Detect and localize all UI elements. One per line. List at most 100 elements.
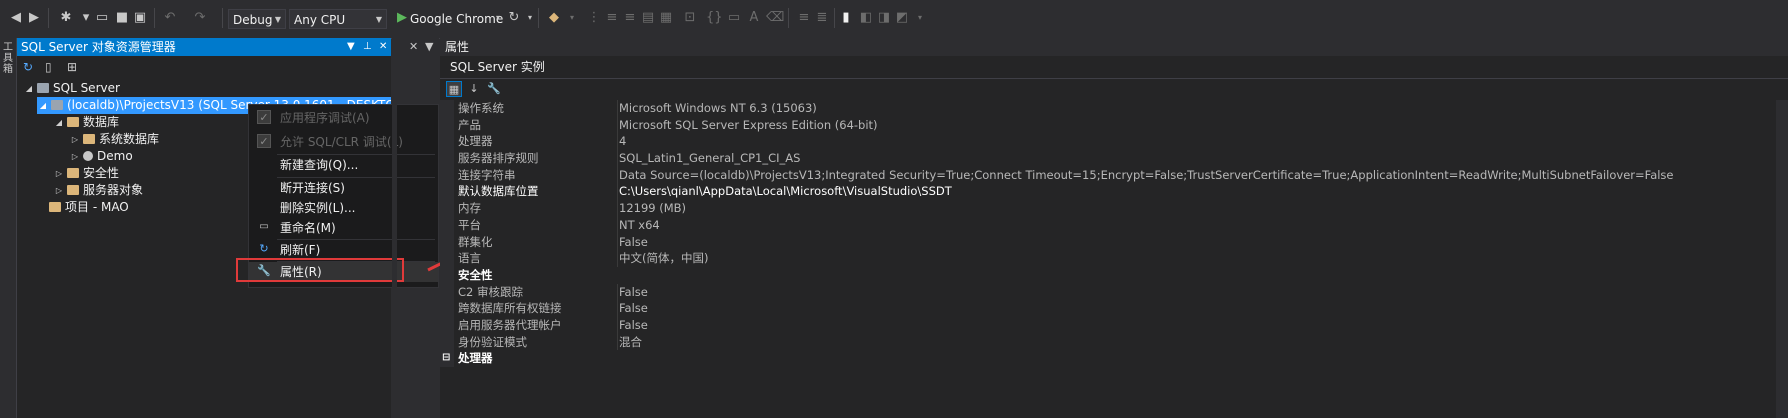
- redo-icon[interactable]: ↷: [192, 10, 208, 26]
- menu-item-disconnect[interactable]: 断开连接(S): [249, 178, 438, 198]
- tree-node-project[interactable]: 项目 - MAO: [35, 199, 129, 216]
- property-row[interactable]: 平台 NT x64: [440, 216, 1788, 234]
- add-server-icon[interactable]: ▯: [45, 60, 52, 74]
- new-project-icon[interactable]: ✱: [58, 10, 74, 26]
- property-row[interactable]: 身份验证模式 混合: [440, 333, 1788, 351]
- refresh-icon[interactable]: ↻: [23, 60, 33, 74]
- property-row[interactable]: 连接字符串 Data Source=(localdb)\ProjectsV13;I…: [440, 166, 1788, 184]
- bookmark-icon[interactable]: ▮: [838, 10, 854, 26]
- menu-item-rename[interactable]: ▭ 重命名(M): [249, 218, 438, 238]
- property-name: 身份验证模式: [458, 334, 527, 349]
- collapse-arrow-icon[interactable]: ▷: [53, 182, 65, 199]
- property-name: 跨数据库所有权链接: [458, 301, 562, 316]
- collapse-icon[interactable]: ⊟: [442, 350, 452, 367]
- property-row[interactable]: 群集化 False: [440, 233, 1788, 251]
- collapse-arrow-icon[interactable]: ▷: [53, 165, 65, 182]
- property-row[interactable]: 跨数据库所有权链接 False: [440, 300, 1788, 317]
- step-icon[interactable]: ⋮: [586, 10, 602, 26]
- property-row[interactable]: 语言 中文(简体，中国): [440, 250, 1788, 267]
- property-value: C:\Users\qianl\AppData\Local\Microsoft\V…: [619, 184, 952, 199]
- property-value: False: [619, 284, 648, 299]
- property-value: 4: [619, 134, 627, 149]
- platform-select[interactable]: Any CPU ▼: [289, 9, 387, 29]
- refresh-browser-icon[interactable]: ↻: [506, 10, 522, 26]
- format-icon[interactable]: ▤: [640, 10, 656, 26]
- forward-icon[interactable]: ▶: [26, 10, 42, 26]
- properties-title: 属性: [440, 38, 1788, 56]
- chevron-down-icon[interactable]: ▾: [912, 10, 928, 26]
- tree-node-sql-server[interactable]: ◢ SQL Server: [23, 80, 120, 97]
- configuration-select[interactable]: Debug ▼: [228, 9, 286, 29]
- grid-icon[interactable]: ▦: [658, 10, 674, 26]
- close-icon[interactable]: ✕: [379, 38, 387, 56]
- expand-arrow-icon[interactable]: ◢: [23, 80, 35, 97]
- property-row[interactable]: 产品 Microsoft SQL Server Express Edition (…: [440, 116, 1788, 134]
- project-folder-icon: [49, 202, 61, 212]
- menu-item-delete-instance[interactable]: 删除实例(L)...: [249, 198, 438, 218]
- property-name: 连接字符串: [458, 167, 516, 182]
- clear-format-icon[interactable]: ⌫: [766, 10, 784, 26]
- back-icon[interactable]: ◀: [8, 10, 24, 26]
- property-row[interactable]: C2 审核跟踪 False: [440, 283, 1788, 301]
- undo-icon[interactable]: ↶: [162, 10, 178, 26]
- panel-splitter[interactable]: [392, 38, 397, 418]
- browser-link-icon[interactable]: ◆: [546, 10, 562, 26]
- tree-node-demo[interactable]: ▷ Demo: [69, 148, 133, 165]
- list-icon[interactable]: ≣: [814, 10, 830, 26]
- property-row[interactable]: 启用服务器代理帐户 False: [440, 316, 1788, 334]
- tree-node-server-objects[interactable]: ▷ 服务器对象: [53, 182, 143, 199]
- categorized-icon[interactable]: ▦: [446, 81, 462, 97]
- dropdown-caret-icon[interactable]: ▾: [78, 10, 94, 26]
- property-row[interactable]: 默认数据库位置 C:\Users\qianl\AppData\Local\Micr…: [440, 183, 1788, 201]
- close-document-icon[interactable]: ✕: [409, 38, 418, 56]
- property-row[interactable]: 内存 12199 (MB): [440, 200, 1788, 217]
- pin-icon[interactable]: ⊥: [363, 38, 372, 56]
- property-row[interactable]: 操作系统 Microsoft Windows NT 6.3 (15063): [440, 100, 1788, 117]
- property-name: 群集化: [458, 234, 493, 249]
- property-name: 启用服务器代理帐户: [458, 317, 562, 332]
- braces-icon[interactable]: {}: [706, 10, 723, 26]
- tree-node-databases[interactable]: ◢ 数据库: [53, 114, 119, 131]
- align-icon[interactable]: ≡: [796, 10, 812, 26]
- window-menu-icon[interactable]: ▼: [347, 38, 355, 56]
- chevron-down-icon[interactable]: ▾: [564, 10, 580, 26]
- property-category-security[interactable]: 安全性: [440, 267, 1788, 284]
- tree-node-security[interactable]: ▷ 安全性: [53, 165, 119, 182]
- property-row[interactable]: 处理器 4: [440, 133, 1788, 151]
- vertical-scrollbar[interactable]: [1776, 100, 1788, 418]
- menu-item-refresh[interactable]: ↻ 刷新(F): [249, 240, 438, 260]
- menu-item-new-query[interactable]: 新建查询(Q)...: [249, 155, 438, 175]
- properties-object-selector[interactable]: SQL Server 实例: [440, 56, 1788, 79]
- menu-item-app-debug[interactable]: ✓ 应用程序调试(A): [249, 108, 438, 128]
- prev-bookmark-icon[interactable]: ◧: [858, 10, 874, 26]
- menu-item-allow-clr-debug[interactable]: ✓ 允许 SQL/CLR 调试(L): [249, 132, 438, 152]
- comment-icon[interactable]: ▭: [726, 10, 742, 26]
- indent-icon[interactable]: ≡: [604, 10, 620, 26]
- expand-arrow-icon[interactable]: ◢: [53, 114, 65, 131]
- font-size-icon[interactable]: A: [746, 10, 762, 26]
- collapse-arrow-icon[interactable]: ▷: [69, 148, 81, 165]
- tab-overflow-icon[interactable]: ▼: [425, 38, 433, 56]
- tree-node-system-databases[interactable]: ▷ 系统数据库: [69, 131, 159, 148]
- start-icon[interactable]: ▶: [394, 10, 410, 26]
- clear-bookmarks-icon[interactable]: ◩: [894, 10, 910, 26]
- filter-icon[interactable]: ⊞: [67, 60, 77, 74]
- property-pages-icon[interactable]: 🔧: [486, 81, 502, 97]
- collapse-arrow-icon[interactable]: ▷: [69, 131, 81, 148]
- expand-arrow-icon[interactable]: ◢: [37, 97, 49, 114]
- save-icon[interactable]: ■: [114, 10, 130, 26]
- explorer-toolbar: ↻ ▯ ⊞: [17, 56, 391, 78]
- tag-icon[interactable]: ⊡: [682, 10, 698, 26]
- next-bookmark-icon[interactable]: ◨: [876, 10, 892, 26]
- alphabetical-icon[interactable]: ↓: [466, 81, 482, 97]
- property-category-processor[interactable]: ⊟ 处理器: [440, 350, 1788, 367]
- property-name: 平台: [458, 217, 481, 232]
- chevron-down-icon[interactable]: ▾: [522, 10, 538, 26]
- open-folder-icon[interactable]: ▭: [94, 10, 110, 26]
- toolbox-strip[interactable]: 工具箱: [0, 38, 17, 418]
- property-row[interactable]: 服务器排序规则 SQL_Latin1_General_CP1_CI_AS: [440, 150, 1788, 167]
- outdent-icon[interactable]: ≡: [622, 10, 638, 26]
- save-all-icon[interactable]: ▣: [132, 10, 148, 26]
- toolbox-label[interactable]: 工具箱: [3, 42, 13, 75]
- chevron-down-icon[interactable]: ▾: [490, 10, 506, 26]
